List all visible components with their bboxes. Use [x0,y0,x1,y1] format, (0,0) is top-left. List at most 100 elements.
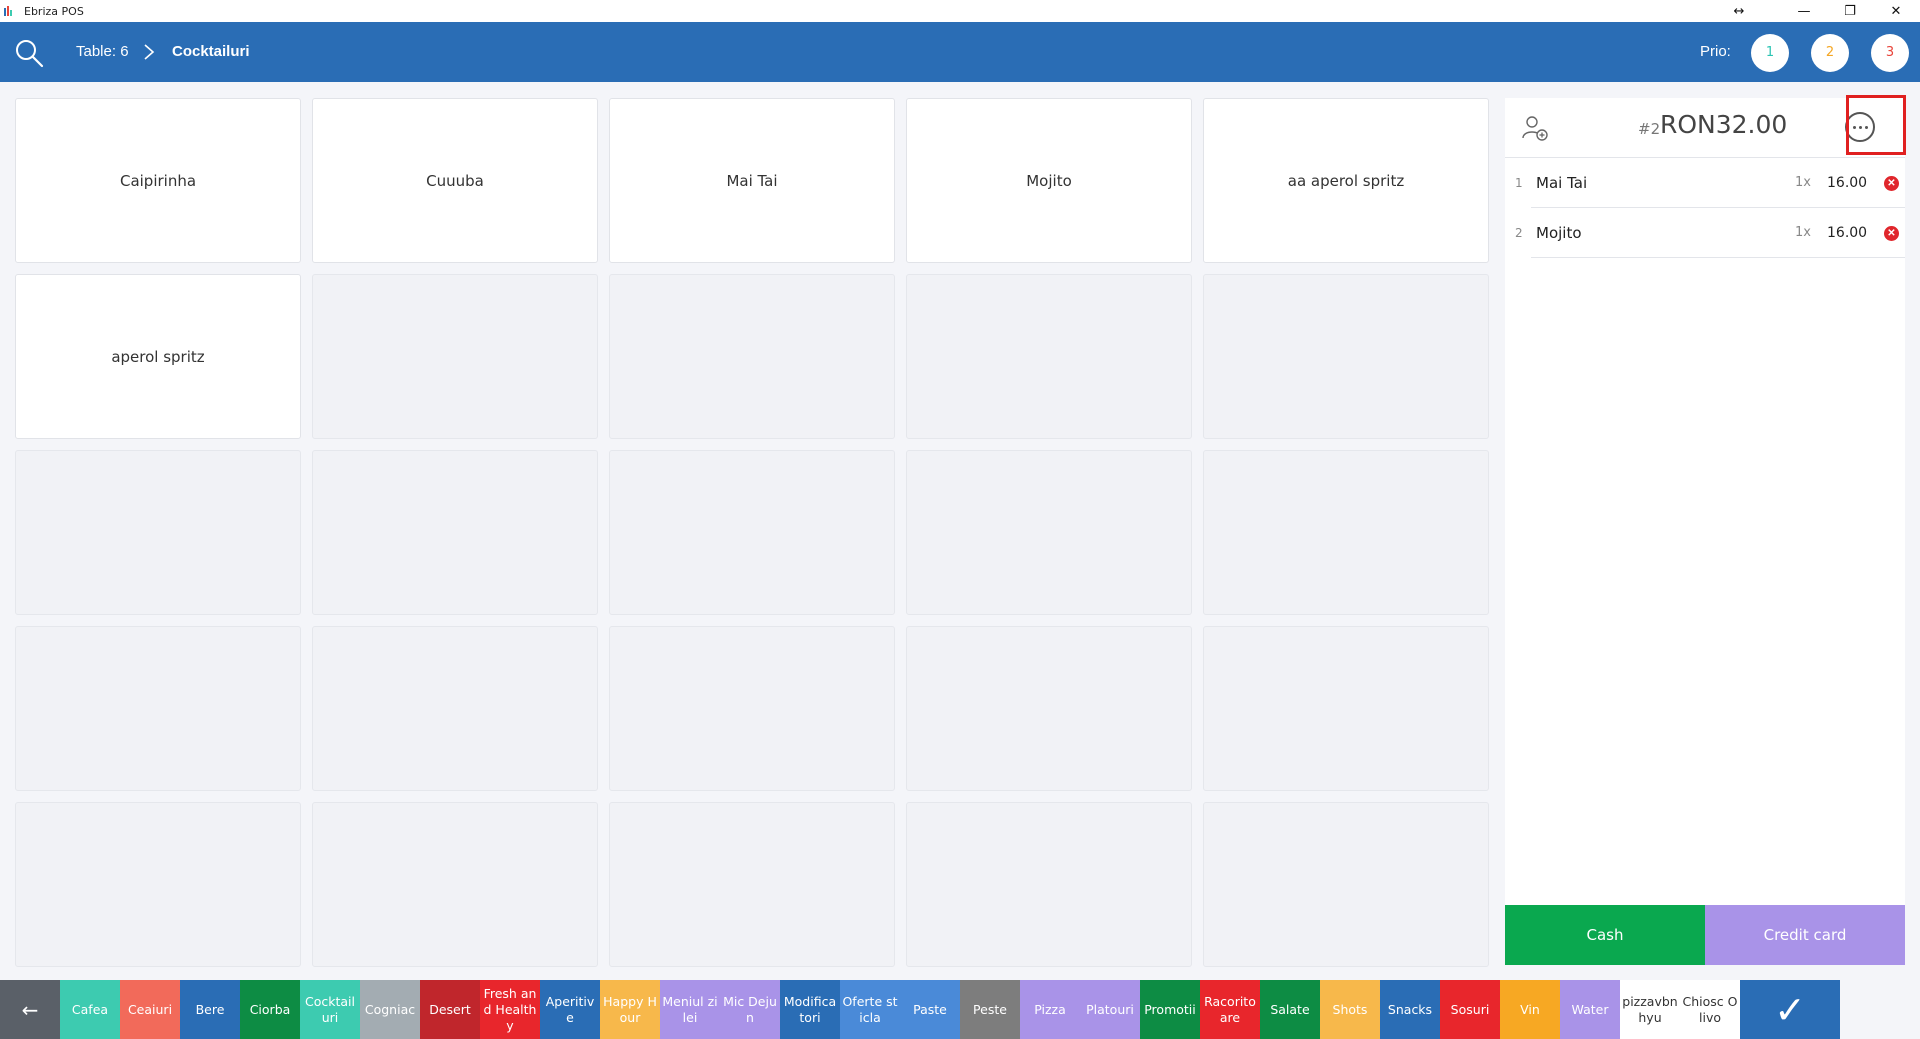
order-panel: #2 RON32.00 1 Mai Tai 1x 16.00 ✕ 2 Mojit… [1505,95,1906,965]
product-tile[interactable]: Mai Tai [609,98,895,263]
product-tile[interactable]: Mojito [906,98,1192,263]
category-label: Water [1571,1001,1609,1017]
empty-tile [906,450,1192,615]
category-label: Ciorba [249,1001,291,1017]
order-number: #2 [1638,120,1661,138]
category-label: Cocktailuri [305,993,355,1025]
product-tile[interactable]: Cuuuba [312,98,598,263]
restore-button[interactable]: ❐ [1827,0,1873,22]
category-button[interactable]: Cafea [60,980,120,1039]
category-label: Paste [913,1001,947,1017]
category-button[interactable]: Mic Dejun [720,980,780,1039]
category-button[interactable]: Promotii [1140,980,1200,1039]
prio-label: Prio: [1700,43,1731,60]
remove-line-icon[interactable]: ✕ [1884,176,1899,191]
order-total: RON32.00 [1660,110,1788,139]
minimize-button[interactable]: — [1781,0,1827,22]
close-button[interactable]: ✕ [1873,0,1919,22]
category-button[interactable]: Snacks [1380,980,1440,1039]
category-button[interactable]: pizzavbnhyu [1620,980,1680,1039]
product-tile[interactable]: aperol spritz [15,274,301,439]
category-label: Cogniac [364,1001,416,1017]
empty-tile [609,802,895,967]
chevron-right-icon [144,44,155,60]
empty-tile [15,802,301,967]
empty-tile [15,450,301,615]
line-index: 2 [1515,226,1523,240]
order-line[interactable]: 2 Mojito 1x 16.00 ✕ [1505,208,1905,258]
category-button[interactable]: Cogniac [360,980,420,1039]
category-button[interactable]: Oferte sticla [840,980,900,1039]
breadcrumb-table[interactable]: Table: 6 [76,22,129,82]
category-button[interactable]: Chiosc Olivo [1680,980,1740,1039]
category-label: Bere [195,1001,225,1017]
category-label: Vin [1520,1001,1540,1017]
category-button[interactable]: Vin [1500,980,1560,1039]
line-price: 16.00 [1827,225,1868,241]
category-label: Modificatori [783,993,837,1025]
category-label: Pizza [1034,1001,1066,1017]
empty-tile [312,626,598,791]
category-label: Happy Hour [603,993,657,1025]
empty-tile [609,274,895,439]
prio-3-button[interactable]: 3 [1871,34,1909,72]
order-line[interactable]: 1 Mai Tai 1x 16.00 ✕ [1505,158,1905,208]
category-label: Peste [973,1001,1007,1017]
search-icon[interactable] [14,38,44,68]
category-label: Ceaiuri [127,1001,173,1017]
product-tile[interactable]: aa aperol spritz [1203,98,1489,263]
category-button[interactable]: Modificatori [780,980,840,1039]
category-label: Meniul zilei [662,993,718,1025]
category-label: Aperitive [545,993,595,1025]
line-qty: 1x [1795,225,1811,240]
empty-tile [1203,802,1489,967]
category-button[interactable]: Platouri [1080,980,1140,1039]
category-button[interactable]: Cocktailuri [300,980,360,1039]
prio-1-button[interactable]: 1 [1751,34,1789,72]
back-button[interactable]: ← [0,980,60,1039]
category-label: Promotii [1144,1001,1196,1017]
category-button[interactable]: Shots [1320,980,1380,1039]
category-button[interactable]: Fresh and Healthy [480,980,540,1039]
empty-tile [1203,274,1489,439]
empty-tile [906,274,1192,439]
category-button[interactable]: Ceaiuri [120,980,180,1039]
category-label: Sosuri [1450,1001,1490,1017]
category-button[interactable]: Paste [900,980,960,1039]
credit-card-button[interactable]: Credit card [1705,905,1905,965]
category-button[interactable]: Pizza [1020,980,1080,1039]
category-label: pizzavbnhyu [1622,993,1678,1025]
category-label: Oferte sticla [842,993,898,1025]
assign-customer-icon[interactable] [1521,114,1549,142]
category-button[interactable]: Bere [180,980,240,1039]
category-button[interactable]: Peste [960,980,1020,1039]
remove-line-icon[interactable]: ✕ [1884,226,1899,241]
highlight-box [1846,95,1906,155]
category-button[interactable]: Meniul zilei [660,980,720,1039]
category-button[interactable]: Ciorba [240,980,300,1039]
category-label: Desert [429,1001,471,1017]
product-tile[interactable]: Caipirinha [15,98,301,263]
product-grid: Caipirinha Cuuuba Mai Tai Mojito aa aper… [15,98,1491,967]
top-header: Table: 6 Cocktailuri Prio: 1 2 3 [0,22,1920,82]
category-button[interactable]: Happy Hour [600,980,660,1039]
divider [1531,257,1905,258]
empty-tile [1203,626,1489,791]
category-button[interactable]: Water [1560,980,1620,1039]
line-name: Mojito [1536,224,1582,242]
empty-tile [15,626,301,791]
category-button[interactable]: Sosuri [1440,980,1500,1039]
category-button[interactable]: Desert [420,980,480,1039]
category-label: Mic Dejun [723,993,777,1025]
category-label: Salate [1270,1001,1310,1017]
line-price: 16.00 [1827,175,1868,191]
prio-2-button[interactable]: 2 [1811,34,1849,72]
line-index: 1 [1515,176,1523,190]
category-button[interactable]: Salate [1260,980,1320,1039]
cash-button[interactable]: Cash [1505,905,1705,965]
category-button[interactable]: Aperitive [540,980,600,1039]
resize-icon[interactable]: ↔ [1716,0,1762,22]
breadcrumb-category: Cocktailuri [172,43,250,60]
category-button[interactable]: Racoritoare [1200,980,1260,1039]
confirm-button[interactable]: ✓ [1740,980,1840,1039]
